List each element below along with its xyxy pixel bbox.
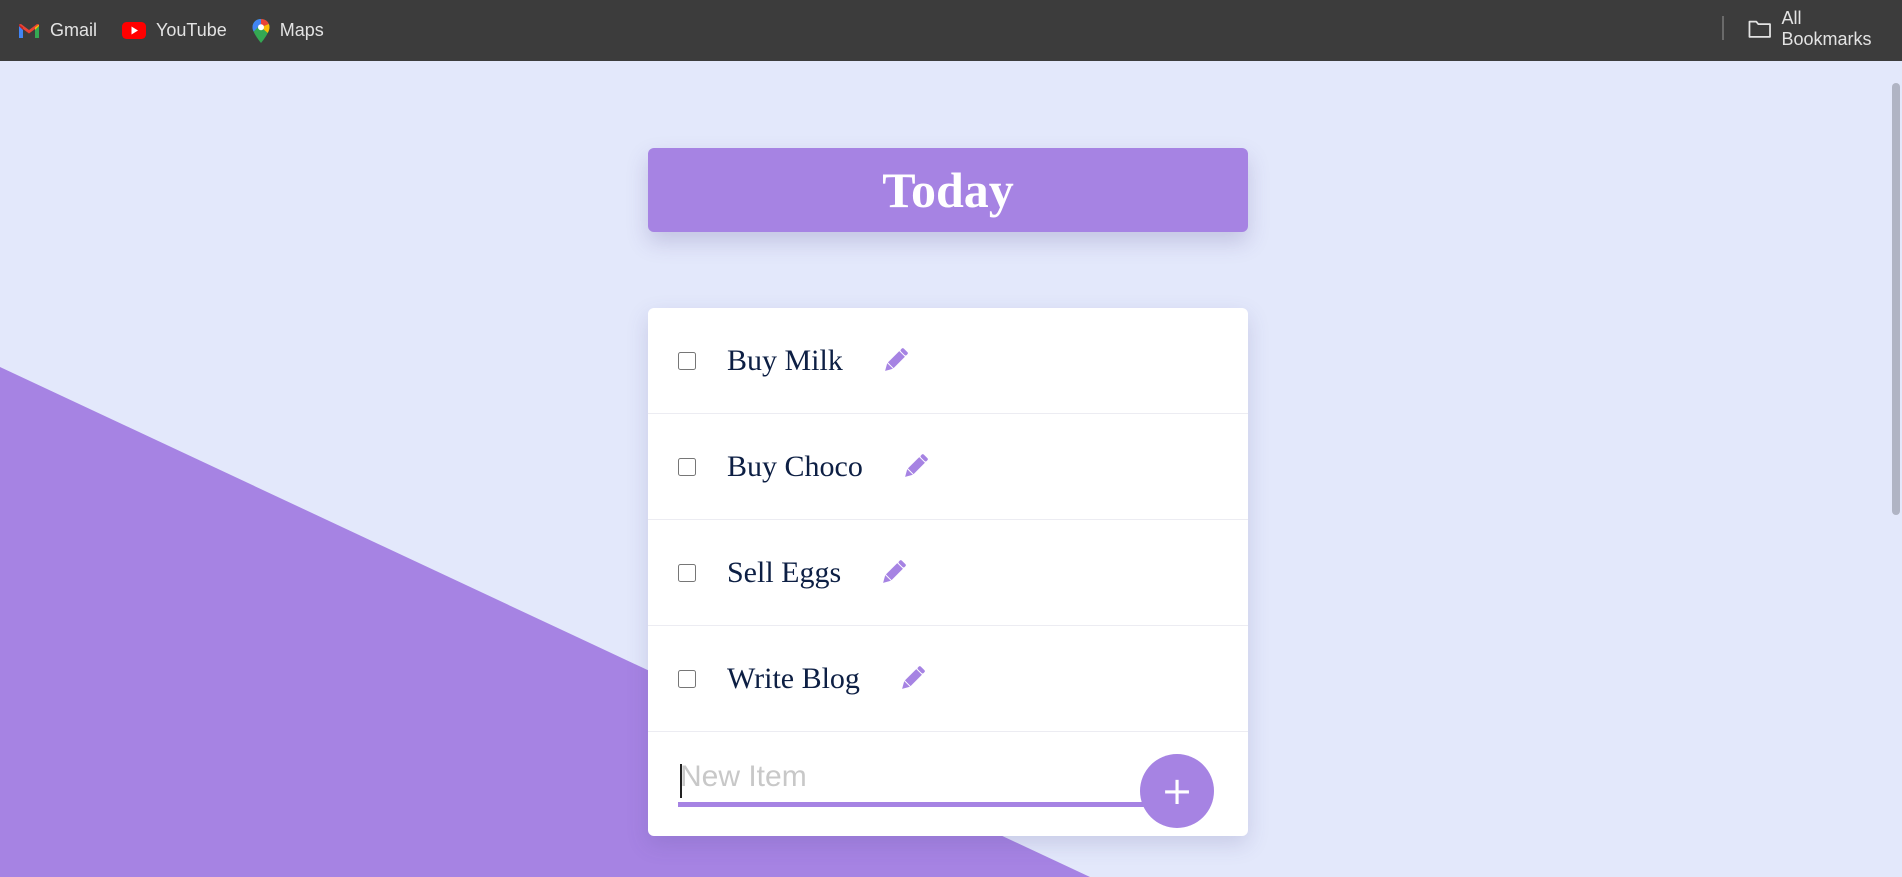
todo-item: Sell Eggs — [648, 520, 1248, 626]
all-bookmarks-button[interactable]: All Bookmarks — [1740, 8, 1902, 49]
todo-checkbox[interactable] — [678, 563, 696, 582]
todo-item-text: Buy Choco — [727, 449, 863, 483]
edit-button[interactable] — [899, 451, 931, 483]
scrollbar[interactable] — [1890, 61, 1902, 877]
bookmarks-bar: Gmail YouTube Maps All Bookmarks — [0, 0, 1902, 61]
add-item-button[interactable]: + — [1140, 754, 1214, 828]
folder-icon — [1748, 20, 1771, 38]
todo-card: Buy Milk Buy Choco Sell Eggs Write Blog … — [648, 308, 1248, 836]
bookmark-gmail-label: Gmail — [50, 20, 98, 40]
youtube-icon — [122, 22, 147, 39]
todo-item: Buy Choco — [648, 414, 1248, 520]
todo-item-text: Sell Eggs — [727, 555, 842, 589]
maps-icon — [252, 18, 270, 43]
todo-item-text: Buy Milk — [727, 343, 843, 377]
bookmark-youtube-label: YouTube — [156, 20, 227, 40]
todo-item-text: Write Blog — [727, 661, 860, 695]
scrollbar-thumb[interactable] — [1892, 83, 1900, 515]
edit-button[interactable] — [896, 663, 928, 695]
todo-item: Buy Milk — [648, 308, 1248, 414]
edit-button[interactable] — [879, 345, 911, 377]
pencil-icon — [884, 347, 908, 371]
pencil-icon — [883, 559, 906, 583]
heading-box: Today — [648, 148, 1248, 232]
new-item-input[interactable] — [678, 752, 1144, 807]
pencil-icon — [904, 453, 928, 477]
bookmark-maps[interactable]: Maps — [244, 11, 332, 51]
bookmarks-separator — [1722, 16, 1724, 40]
page-title: Today — [882, 162, 1014, 218]
todo-checkbox[interactable] — [678, 669, 696, 688]
bookmark-gmail[interactable]: Gmail — [10, 11, 105, 51]
bookmark-youtube[interactable]: YouTube — [114, 11, 235, 51]
pencil-icon — [902, 665, 925, 689]
all-bookmarks-label: All Bookmarks — [1781, 8, 1872, 49]
gmail-icon — [19, 23, 39, 38]
new-item-form: + — [648, 732, 1248, 836]
todo-checkbox[interactable] — [678, 351, 696, 370]
todo-checkbox[interactable] — [678, 457, 696, 476]
text-caret — [680, 764, 682, 798]
edit-button[interactable] — [877, 557, 909, 589]
todo-item: Write Blog — [648, 626, 1248, 732]
bookmark-maps-label: Maps — [279, 20, 324, 40]
